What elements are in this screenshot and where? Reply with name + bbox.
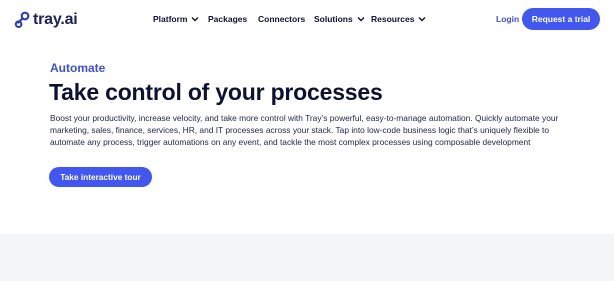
brand-name: tray.ai — [33, 11, 78, 28]
chevron-down-icon — [357, 17, 365, 22]
brand-logo[interactable]: tray.ai — [14, 11, 78, 29]
nav-item-label: Resources — [371, 14, 415, 24]
nav-item-label: Platform — [153, 14, 188, 24]
section-divider-band — [0, 234, 614, 281]
nav-item-label: Packages — [208, 14, 248, 24]
chevron-down-icon — [418, 17, 426, 22]
nav-item-packages[interactable]: Packages — [208, 13, 247, 25]
request-trial-button[interactable]: Request a trial — [522, 8, 600, 30]
page-title: Take control of your processes — [49, 79, 383, 105]
nav-item-solutions[interactable]: Solutions — [314, 13, 365, 25]
nav-item-connectors[interactable]: Connectors — [258, 13, 305, 25]
nav-item-label: Connectors — [258, 14, 306, 24]
tray-logo-icon — [14, 11, 30, 29]
top-navigation: tray.ai Platform Packages Connectors Sol… — [0, 0, 614, 40]
interactive-tour-button[interactable]: Take interactive tour — [49, 167, 152, 187]
nav-item-platform[interactable]: Platform — [153, 13, 199, 25]
nav-item-label: Solutions — [314, 14, 353, 24]
nav-item-resources[interactable]: Resources — [371, 13, 426, 25]
chevron-down-icon — [191, 17, 199, 22]
hero-eyebrow: Automate — [50, 61, 106, 75]
hero-description: Boost your productivity, increase veloci… — [50, 113, 559, 147]
login-link[interactable]: Login — [496, 13, 519, 25]
